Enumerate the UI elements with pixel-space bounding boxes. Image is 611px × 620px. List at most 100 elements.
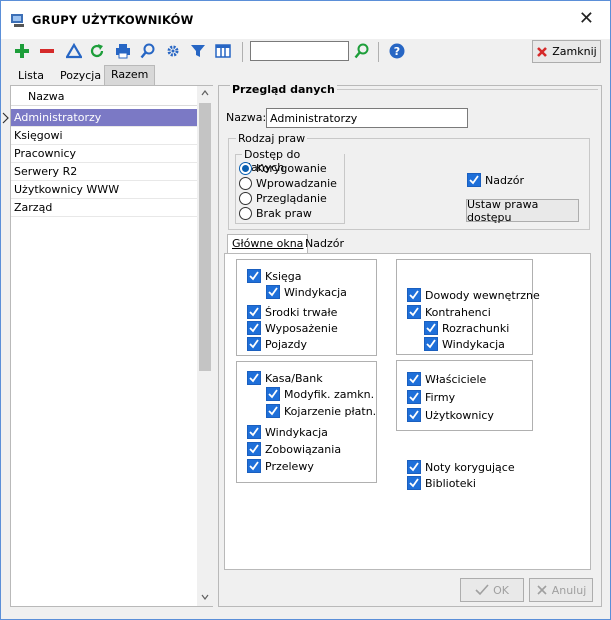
list-item-label: Użytkownicy WWW bbox=[14, 183, 120, 196]
checkbox-windykacja-kontrahenci[interactable]: Windykacja bbox=[424, 337, 505, 351]
checkbox-label: Księga bbox=[265, 269, 302, 283]
checkbox-wlasciciele[interactable]: Właściciele bbox=[407, 372, 486, 386]
radio-wprowadzanie[interactable]: Wprowadzanie bbox=[239, 177, 337, 190]
checkbox-dowody-wewnetrzne[interactable]: Dowody wewnętrzne bbox=[407, 288, 540, 302]
scroll-up-icon[interactable] bbox=[201, 90, 209, 96]
checkbox-noty-korygujace[interactable]: Noty korygujące bbox=[407, 460, 515, 474]
tab-glowne-okna[interactable]: Główne okna bbox=[227, 234, 309, 254]
tab-label: Główne okna bbox=[232, 237, 304, 250]
help-icon[interactable]: ? bbox=[386, 40, 408, 62]
window-title: GRUPY UŻYTKOWNIKÓW bbox=[32, 13, 194, 27]
supervision-checkbox[interactable]: Nadzór bbox=[467, 173, 524, 187]
name-field[interactable] bbox=[266, 108, 468, 128]
set-rights-button[interactable]: Ustaw prawa dostępu bbox=[466, 198, 579, 224]
row-pointer-icon bbox=[2, 112, 9, 124]
cancel-icon bbox=[537, 585, 547, 595]
checkbox-zobowiazania[interactable]: Zobowiązania bbox=[247, 442, 341, 456]
checkbox-checked-icon bbox=[266, 404, 280, 418]
list-item-label: Pracownicy bbox=[14, 147, 77, 160]
search-input[interactable] bbox=[250, 41, 349, 61]
radio-korygowanie[interactable]: Korygowanie bbox=[239, 162, 327, 175]
checkbox-label: Kasa/Bank bbox=[265, 371, 323, 385]
checkbox-ksiega[interactable]: Księga bbox=[247, 269, 302, 283]
checkbox-srodki-trwale[interactable]: Środki trwałe bbox=[247, 305, 337, 319]
checkbox-uzytkownicy[interactable]: Użytkownicy bbox=[407, 408, 494, 422]
tab-pozycja[interactable]: Pozycja bbox=[54, 67, 107, 85]
ok-button[interactable]: OK bbox=[460, 578, 524, 602]
checkbox-checked-icon bbox=[266, 285, 280, 299]
checkbox-kontrahenci[interactable]: Kontrahenci bbox=[407, 305, 491, 319]
checkbox-checked-icon bbox=[407, 390, 421, 404]
cancel-button[interactable]: Anuluj bbox=[529, 578, 593, 602]
checkbox-label: Środki trwałe bbox=[265, 305, 338, 319]
list-item[interactable]: Pracownicy bbox=[11, 145, 197, 163]
radio-label: Przeglądanie bbox=[256, 192, 327, 205]
checkbox-checked-icon bbox=[407, 408, 421, 422]
checkbox-rozrachunki[interactable]: Rozrachunki bbox=[424, 321, 509, 335]
settings-icon[interactable] bbox=[162, 40, 184, 62]
search-icon[interactable] bbox=[137, 40, 159, 62]
columns-icon[interactable] bbox=[212, 40, 234, 62]
list-item[interactable]: Administratorzy bbox=[2, 109, 197, 127]
list-item[interactable]: Serwery R2 bbox=[11, 163, 197, 181]
checkbox-kojarzenie-platn[interactable]: Kojarzenie płatn. bbox=[266, 404, 376, 418]
checkbox-label: Użytkownicy bbox=[425, 408, 494, 422]
radio-przegladanie[interactable]: Przeglądanie bbox=[239, 192, 327, 205]
list-item[interactable]: Użytkownicy WWW bbox=[11, 181, 197, 199]
tab-razem[interactable]: Razem bbox=[104, 65, 156, 85]
checkbox-group-kasa: Kasa/Bank Modyfik. zamkn. Kojarzenie pła… bbox=[236, 361, 377, 483]
checkbox-firmy[interactable]: Firmy bbox=[407, 390, 455, 404]
toolbar-separator bbox=[378, 42, 379, 62]
checkbox-checked-icon bbox=[247, 425, 261, 439]
checkbox-checked-icon bbox=[247, 305, 261, 319]
scroll-thumb[interactable] bbox=[199, 103, 211, 371]
group-list: Nazwa Administratorzy Księgowi Pracownic… bbox=[2, 85, 213, 607]
remove-icon[interactable] bbox=[36, 40, 58, 62]
access-group: Dostęp do danych Korygowanie Wprowadzani… bbox=[235, 148, 345, 224]
close-window-button[interactable]: ✕ bbox=[579, 10, 594, 28]
checkbox-windykacja-kasa[interactable]: Windykacja bbox=[247, 425, 328, 439]
checkbox-label: Windykacja bbox=[284, 285, 347, 299]
radio-indicator bbox=[239, 177, 252, 190]
checkbox-label: Firmy bbox=[425, 390, 456, 404]
list-item-label: Administratorzy bbox=[14, 111, 102, 124]
checkbox-pojazdy[interactable]: Pojazdy bbox=[247, 337, 307, 351]
checkbox-checked-icon bbox=[424, 337, 438, 351]
checkbox-label: Zobowiązania bbox=[265, 442, 342, 456]
checkbox-label: Przelewy bbox=[265, 459, 314, 473]
list-item[interactable]: Księgowi bbox=[11, 127, 197, 145]
edit-icon[interactable] bbox=[63, 40, 85, 62]
tab-lista[interactable]: Lista bbox=[12, 67, 50, 85]
radio-brak-praw[interactable]: Brak praw bbox=[239, 207, 312, 220]
checkbox-label: Właściciele bbox=[425, 372, 487, 386]
checkbox-label: Kojarzenie płatn. bbox=[284, 404, 377, 418]
tab-nadzor[interactable]: Nadzór bbox=[301, 235, 348, 255]
checkbox-label: Pojazdy bbox=[265, 337, 308, 351]
print-icon[interactable] bbox=[112, 40, 134, 62]
checkbox-checked-icon bbox=[467, 173, 481, 187]
checkbox-checked-icon bbox=[266, 387, 280, 401]
radio-indicator bbox=[239, 162, 252, 175]
close-button[interactable]: Zamknij bbox=[532, 40, 601, 63]
checkbox-windykacja[interactable]: Windykacja bbox=[266, 285, 347, 299]
checkbox-label: Wyposażenie bbox=[265, 321, 338, 335]
search-go-icon[interactable] bbox=[351, 40, 373, 62]
filter-icon[interactable] bbox=[187, 40, 209, 62]
refresh-icon[interactable] bbox=[86, 40, 108, 62]
rights-group-legend: Rodzaj praw bbox=[236, 132, 308, 145]
checkbox-biblioteki[interactable]: Biblioteki bbox=[407, 476, 476, 490]
checkbox-modyfik-zamkn[interactable]: Modyfik. zamkn. bbox=[266, 387, 374, 401]
checkbox-przelewy[interactable]: Przelewy bbox=[247, 459, 314, 473]
name-label: Nazwa: bbox=[226, 111, 267, 124]
toolbar-separator bbox=[242, 42, 243, 62]
checkbox-label: Rozrachunki bbox=[442, 321, 510, 335]
list-item[interactable]: Zarząd bbox=[11, 199, 197, 217]
scroll-down-icon[interactable] bbox=[201, 594, 209, 600]
checkbox-group-wlasciciele: Właściciele Firmy Użytkownicy bbox=[396, 360, 533, 431]
column-header-nazwa[interactable]: Nazwa bbox=[28, 90, 64, 103]
checkbox-kasa-bank[interactable]: Kasa/Bank bbox=[247, 371, 323, 385]
checkbox-wyposazenie[interactable]: Wyposażenie bbox=[247, 321, 338, 335]
svg-text:?: ? bbox=[394, 45, 400, 58]
list-scrollbar[interactable] bbox=[197, 86, 213, 606]
add-icon[interactable] bbox=[11, 40, 33, 62]
